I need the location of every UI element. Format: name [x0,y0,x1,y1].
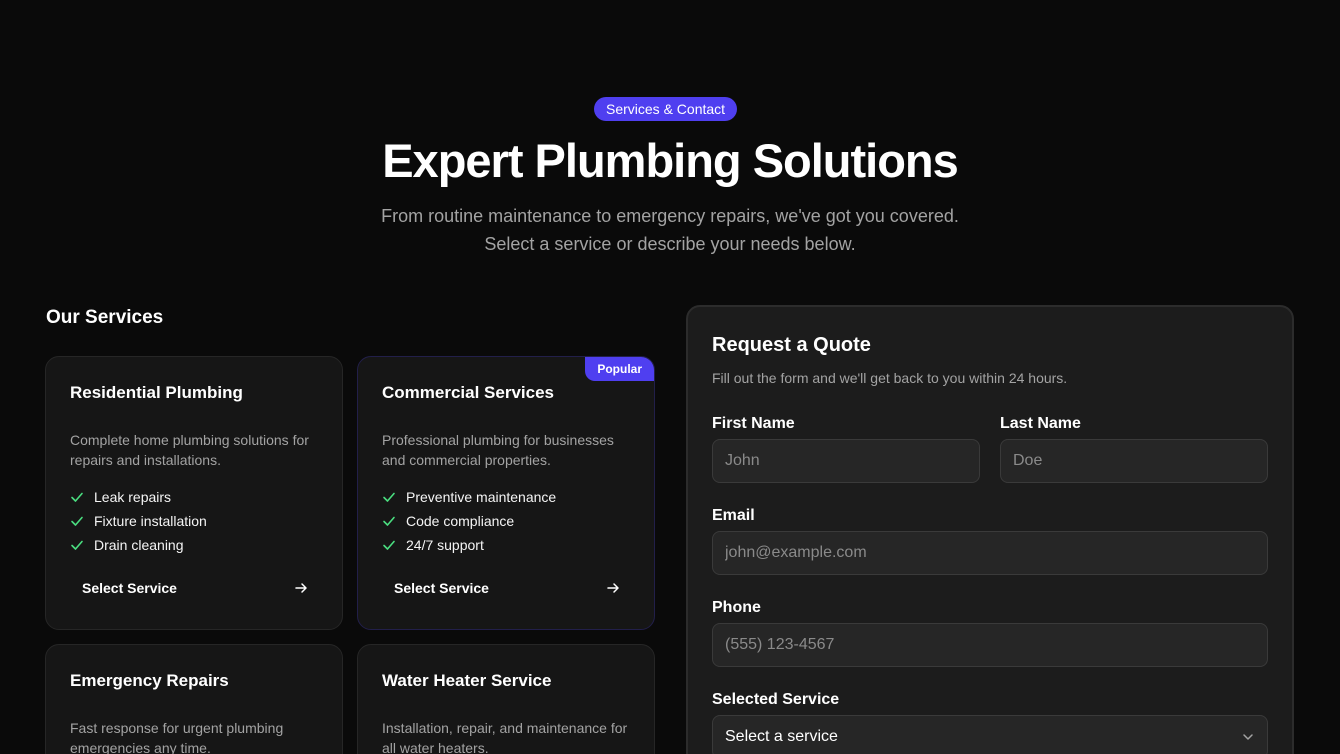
check-icon [383,516,395,526]
page-subtitle: From routine maintenance to emergency re… [0,202,1340,258]
service-card-water-heater: Water Heater Service Installation, repai… [357,644,655,754]
phone-input[interactable] [712,623,1268,667]
service-card-title: Residential Plumbing [70,383,243,402]
feature-item: Drain cleaning [70,533,207,557]
service-card-description: Fast response for urgent plumbing emerge… [70,720,284,754]
email-label: Email [712,507,755,524]
check-icon [71,492,83,502]
email-input[interactable] [712,531,1268,575]
service-card-title: Emergency Repairs [70,671,229,690]
service-select-value: Select a service [725,728,838,745]
page: Services & Contact Expert Plumbing Solut… [0,0,1340,754]
first-name-input[interactable] [712,439,980,483]
first-name-label: First Name [712,415,795,432]
feature-label: Fixture installation [94,513,207,529]
feature-label: Preventive maintenance [406,489,557,505]
select-service-button[interactable]: Select Service [382,571,632,605]
feature-item: Code compliance [382,509,556,533]
check-icon [383,540,395,550]
service-card-title: Commercial Services [382,383,554,402]
section-badge: Services & Contact [594,97,738,121]
service-card-description: Professional plumbing for businesses and… [382,432,614,468]
selected-service-label: Selected Service [712,691,840,708]
services-heading: Our Services [46,307,164,328]
service-card-residential: Residential Plumbing Complete home plumb… [45,356,343,630]
service-card-title: Water Heater Service [382,671,552,690]
arrow-right-icon [607,583,619,593]
quote-form-subtitle: Fill out the form and we'll get back to … [712,370,1068,386]
service-card-description: Complete home plumbing solutions for rep… [70,432,309,468]
phone-label: Phone [712,599,761,616]
last-name-input[interactable] [1000,439,1268,483]
feature-label: 24/7 support [406,537,484,553]
feature-item: 24/7 support [382,533,556,557]
feature-label: Code compliance [406,513,515,529]
arrow-right-icon [295,583,307,593]
feature-item: Fixture installation [70,509,207,533]
last-name-label: Last Name [1000,415,1081,432]
select-service-button[interactable]: Select Service [70,571,320,605]
subtitle-line-1: From routine maintenance to emergency re… [381,206,959,226]
page-title: Expert Plumbing Solutions [382,134,959,187]
quote-form-title: Request a Quote [712,334,871,356]
feature-label: Drain cleaning [94,537,184,553]
check-icon [383,492,395,502]
popular-badge: Popular [585,357,654,381]
select-service-label: Select Service [394,580,489,596]
service-select[interactable]: Select a service [712,715,1268,754]
feature-item: Leak repairs [70,485,207,509]
feature-list: Preventive maintenance Code compliance 2… [382,485,556,557]
chevron-down-icon [1243,734,1253,740]
feature-item: Preventive maintenance [382,485,556,509]
feature-label: Leak repairs [94,489,172,505]
service-card-commercial: Popular Commercial Services Professional… [357,356,655,630]
check-icon [71,516,83,526]
service-card-description: Installation, repair, and maintenance fo… [382,720,628,754]
check-icon [71,540,83,550]
service-card-emergency: Emergency Repairs Fast response for urge… [45,644,343,754]
quote-form: Request a Quote Fill out the form and we… [686,305,1294,754]
subtitle-line-2: Select a service or describe your needs … [484,234,856,254]
select-service-label: Select Service [82,580,177,596]
feature-list: Leak repairs Fixture installation Drain … [70,485,207,557]
